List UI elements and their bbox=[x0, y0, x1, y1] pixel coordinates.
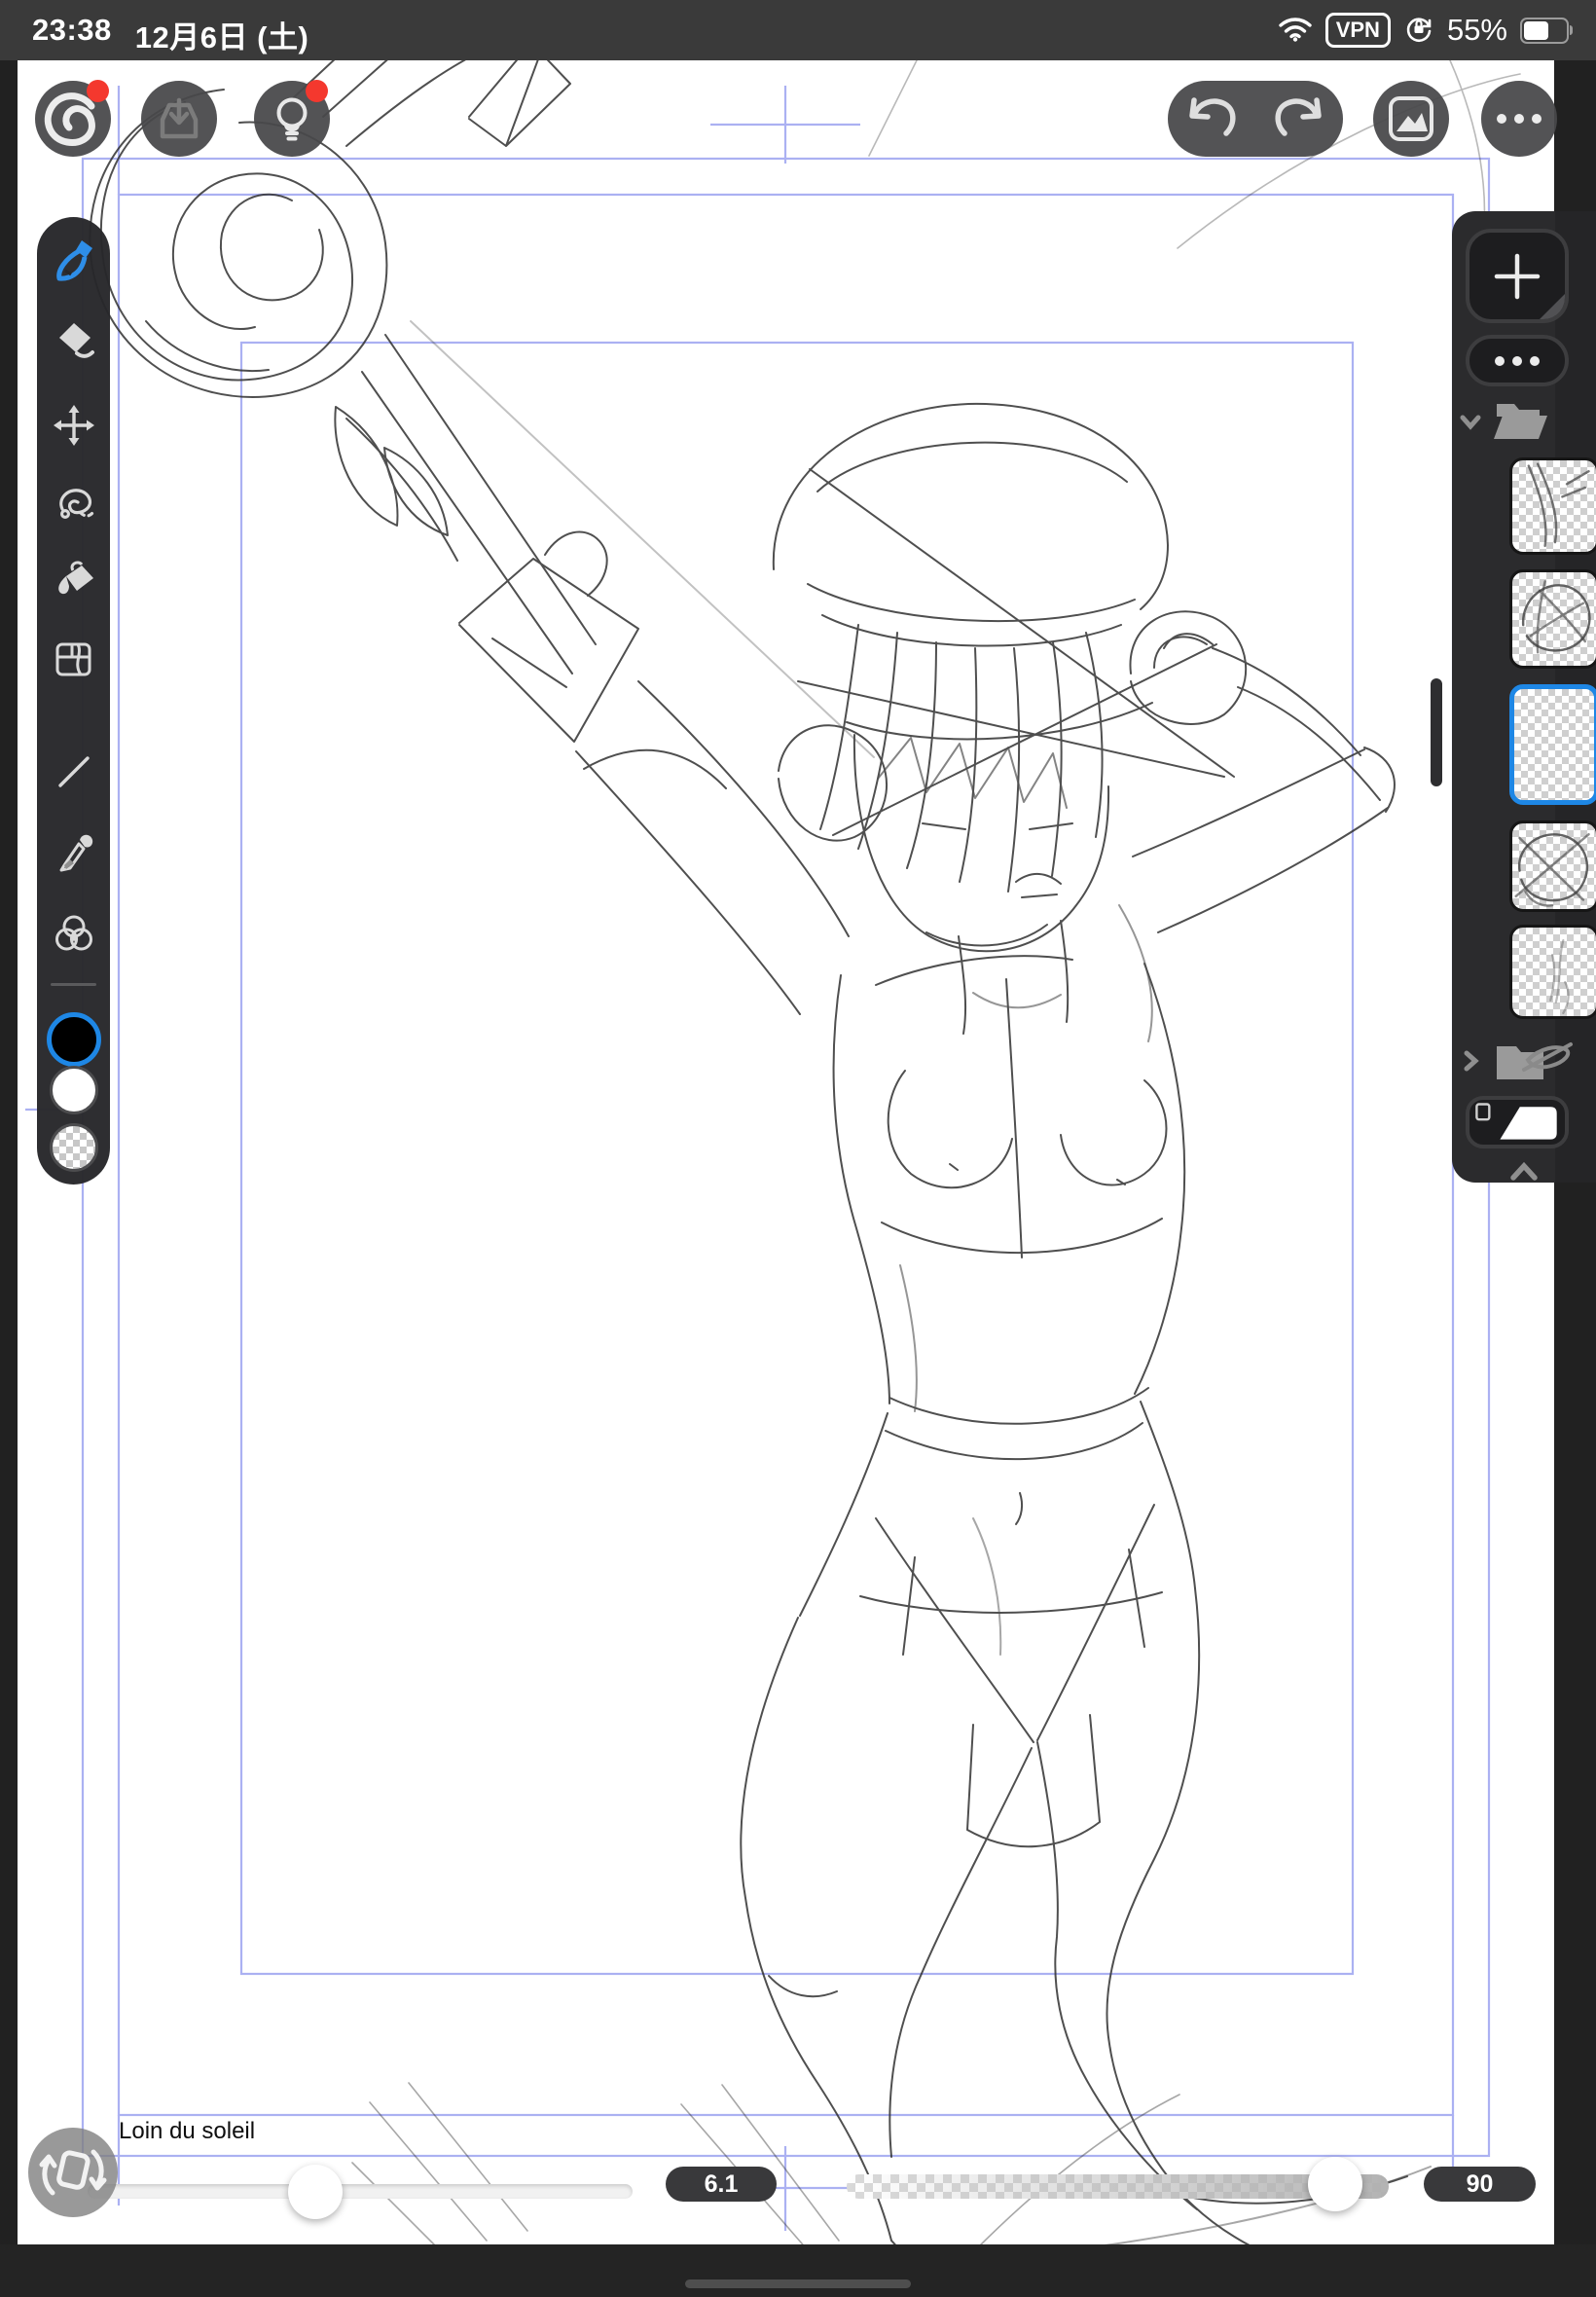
app-notification-badge bbox=[87, 80, 109, 102]
opacity-value: 90 bbox=[1424, 2167, 1536, 2202]
move-icon bbox=[52, 403, 96, 448]
layer-thumbnail-1[interactable] bbox=[1509, 457, 1596, 555]
canvas-paper[interactable] bbox=[18, 60, 1554, 2244]
layer-menu-button[interactable] bbox=[1466, 335, 1569, 386]
rotate-canvas-icon bbox=[28, 2128, 118, 2217]
transparent-color-swatch[interactable] bbox=[50, 1123, 98, 1172]
layer-group-open-row[interactable] bbox=[1458, 397, 1590, 446]
tool-lasso[interactable] bbox=[52, 481, 96, 526]
opacity-slider-knob[interactable] bbox=[1308, 2157, 1362, 2211]
undo-redo-group bbox=[1168, 81, 1343, 157]
tool-move[interactable] bbox=[52, 403, 96, 448]
tool-color-blend[interactable] bbox=[52, 912, 96, 957]
folder-open-icon bbox=[1491, 398, 1551, 445]
lasso-icon bbox=[52, 481, 96, 526]
layer-thumbnail-4[interactable] bbox=[1509, 820, 1596, 912]
more-options-button[interactable] bbox=[1481, 81, 1557, 157]
layer-thumbnail-5[interactable] bbox=[1509, 925, 1596, 1019]
layer-group-closed-row[interactable] bbox=[1458, 1037, 1590, 1085]
canvas-drawing-area[interactable] bbox=[0, 0, 1596, 2297]
tool-fill-bucket[interactable] bbox=[52, 559, 96, 603]
color-blend-icon bbox=[52, 912, 96, 957]
brush-size-slider-knob[interactable] bbox=[288, 2165, 343, 2219]
chevron-right-icon bbox=[1458, 1048, 1483, 1074]
insert-image-button[interactable] bbox=[1373, 81, 1449, 157]
tips-button[interactable] bbox=[254, 81, 330, 157]
chevron-up-icon bbox=[1507, 1159, 1541, 1185]
battery-percent: 55% bbox=[1447, 13, 1507, 48]
export-button[interactable] bbox=[141, 81, 217, 157]
status-date: 12月6日 (土) bbox=[135, 13, 308, 56]
undo-icon bbox=[1168, 81, 1255, 157]
layer-thumbnail-3-selected[interactable] bbox=[1509, 684, 1596, 805]
material-button[interactable] bbox=[1466, 1096, 1569, 1148]
ellipsis-icon bbox=[1495, 356, 1540, 366]
status-bar: 23:38 12月6日 (土) VPN 55% bbox=[0, 0, 1596, 60]
app-screen: 23:38 12月6日 (土) VPN 55% bbox=[0, 0, 1596, 2297]
redo-button[interactable] bbox=[1255, 81, 1343, 157]
ellipsis-icon bbox=[1497, 114, 1542, 124]
paper-shape-icon bbox=[1469, 1096, 1565, 1148]
tool-palette bbox=[37, 217, 110, 1185]
eyedropper-icon bbox=[52, 829, 96, 874]
collapse-panel-row[interactable] bbox=[1458, 1148, 1590, 1196]
tool-eyedropper[interactable] bbox=[52, 829, 96, 874]
line-icon bbox=[52, 749, 96, 794]
layer-thumbnail-2[interactable] bbox=[1509, 569, 1596, 669]
add-layer-button[interactable] bbox=[1466, 229, 1569, 323]
fill-bucket-icon bbox=[52, 559, 96, 603]
export-icon bbox=[141, 81, 217, 157]
app-menu-button[interactable] bbox=[35, 81, 111, 157]
corner-fold bbox=[1538, 292, 1567, 321]
brush-icon bbox=[52, 237, 96, 282]
home-indicator[interactable] bbox=[685, 2279, 911, 2288]
wifi-icon bbox=[1278, 15, 1313, 47]
battery-icon bbox=[1520, 18, 1569, 44]
foreground-color-swatch[interactable] bbox=[47, 1012, 101, 1067]
tips-notification-badge bbox=[306, 80, 328, 102]
redo-icon bbox=[1255, 81, 1343, 157]
tool-brush[interactable] bbox=[52, 237, 96, 282]
chevron-down-icon bbox=[1458, 409, 1483, 434]
layers-panel bbox=[1452, 211, 1596, 1183]
folder-draw-disabled-icon bbox=[1489, 1037, 1575, 1085]
tool-line[interactable] bbox=[52, 749, 96, 794]
brush-size-slider[interactable] bbox=[88, 2184, 633, 2199]
system-bottom-strip bbox=[0, 2244, 1596, 2297]
eraser-icon bbox=[52, 318, 96, 363]
photo-icon bbox=[1373, 81, 1449, 157]
panel-divide-icon bbox=[52, 637, 96, 681]
tool-eraser[interactable] bbox=[52, 318, 96, 363]
document-title: Loin du soleil bbox=[119, 2118, 255, 2145]
undo-button[interactable] bbox=[1168, 81, 1255, 157]
reset-rotation-button[interactable] bbox=[28, 2128, 118, 2217]
brush-size-value: 6.1 bbox=[666, 2167, 777, 2202]
vpn-badge: VPN bbox=[1325, 13, 1391, 48]
canvas-scrollbar[interactable] bbox=[1431, 678, 1442, 786]
background-color-swatch[interactable] bbox=[50, 1066, 98, 1114]
tool-panel-divide[interactable] bbox=[52, 637, 96, 681]
status-time: 23:38 bbox=[32, 13, 112, 56]
toolbar-divider bbox=[51, 983, 96, 986]
rotation-lock-icon bbox=[1403, 13, 1434, 49]
